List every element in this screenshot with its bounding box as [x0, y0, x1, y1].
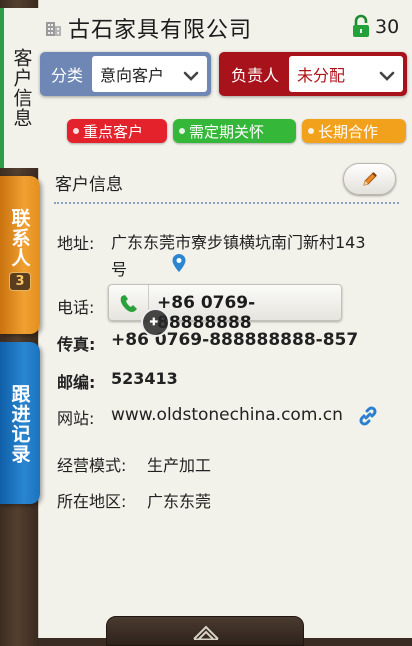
category-selected-text: 意向客户	[100, 66, 165, 85]
location-pin-icon[interactable]	[171, 253, 187, 273]
owner-selected-text: 未分配	[297, 66, 346, 85]
category-label: 分类	[50, 66, 83, 85]
tag-periodic-care[interactable]: 需定期关怀	[173, 119, 296, 143]
tab-customer-info-label: 客户信息	[10, 48, 33, 128]
tab-contacts[interactable]: 联系人 3	[0, 176, 40, 334]
zip-value: 523413	[111, 369, 178, 388]
chevron-down-icon	[183, 71, 199, 81]
fax-label: 传真:	[57, 335, 96, 354]
lock-icon[interactable]	[352, 14, 370, 38]
header: 古石家具有限公司 30	[38, 8, 412, 46]
owner-value[interactable]: 未分配	[289, 56, 403, 92]
tag-dot	[308, 128, 314, 134]
website-label: 网站:	[57, 409, 95, 428]
category-select[interactable]: 分类 意向客户	[40, 52, 211, 96]
tag-dot	[179, 128, 185, 134]
website-value: www.oldstonechina.com.cn	[111, 405, 343, 425]
category-value[interactable]: 意向客户	[92, 56, 207, 92]
tab-followup-label: 跟进记录	[8, 384, 31, 464]
tab-contacts-label: 联系人	[8, 208, 31, 268]
section-title: 客户信息	[55, 175, 123, 195]
business-mode-label: 经营模式:	[57, 456, 127, 475]
region-label: 所在地区:	[57, 492, 127, 511]
owner-label: 负责人	[230, 66, 279, 85]
drawer-handle[interactable]	[106, 616, 304, 646]
building-icon	[46, 22, 61, 36]
tag-label: 需定期关怀	[189, 122, 265, 141]
chevron-down-icon	[379, 71, 395, 81]
zip-label: 邮编:	[57, 373, 96, 392]
tab-customer-info[interactable]: 客户信息	[0, 8, 40, 168]
zoom-in-icon[interactable]	[141, 308, 170, 337]
lock-count: 30	[375, 16, 400, 38]
tag-label: 重点客户	[83, 122, 144, 141]
tab-followup[interactable]: 跟进记录	[0, 342, 40, 504]
tag-dot	[73, 128, 79, 134]
owner-select[interactable]: 负责人 未分配	[219, 52, 407, 96]
link-icon[interactable]	[357, 405, 379, 427]
address-label: 地址:	[57, 234, 95, 253]
address-value: 广东东莞市寮步镇横坑南门新村143号	[111, 233, 366, 279]
tag-long-term[interactable]: 长期合作	[302, 119, 406, 143]
edit-button[interactable]	[343, 163, 396, 195]
pencil-icon	[362, 172, 377, 186]
region-value: 广东东莞	[147, 492, 212, 511]
phone-number: +86 0769-88888888	[157, 293, 256, 333]
section-divider	[54, 202, 399, 204]
phone-icon	[120, 295, 137, 312]
tag-label: 长期合作	[318, 122, 379, 141]
phone-label: 电话:	[57, 298, 95, 317]
business-mode-value: 生产加工	[147, 456, 212, 475]
tag-key-customer[interactable]: 重点客户	[67, 119, 167, 143]
company-name: 古石家具有限公司	[68, 18, 253, 43]
chevron-up-icon	[193, 625, 219, 640]
contacts-count-badge: 3	[9, 272, 31, 291]
